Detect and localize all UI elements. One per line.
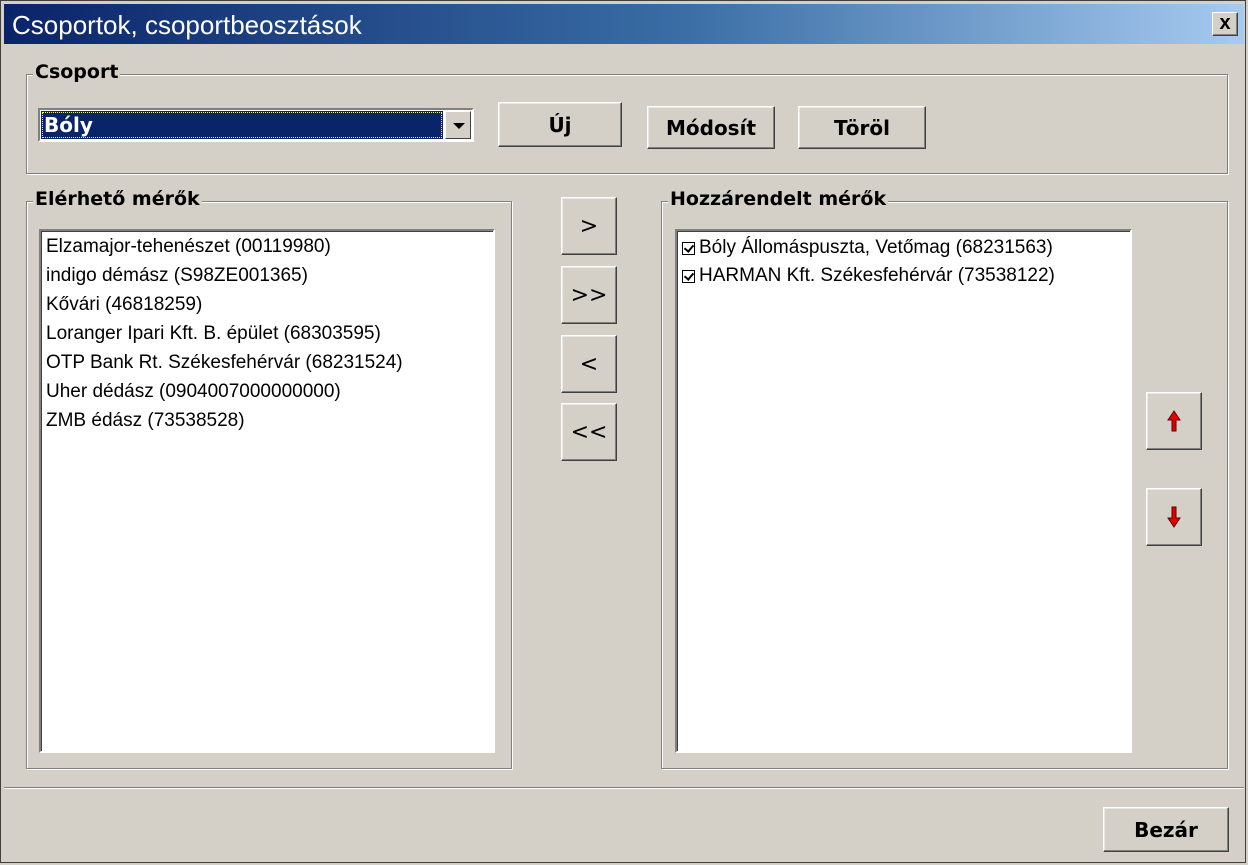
add-selected-button[interactable]: > bbox=[561, 197, 617, 255]
list-item[interactable]: Uher dédász (0904007000000000) bbox=[41, 377, 493, 406]
close-icon: x bbox=[1219, 12, 1231, 34]
dialog-window: Csoportok, csoportbeosztások x Csoport B… bbox=[0, 0, 1246, 863]
footer-bar bbox=[4, 787, 1244, 861]
arrow-down-icon bbox=[1167, 506, 1181, 528]
available-meters-list[interactable]: Elzamajor-tehenészet (00119980) indigo d… bbox=[39, 229, 495, 753]
remove-all-button[interactable]: << bbox=[561, 403, 617, 461]
list-item[interactable]: Kővári (46818259) bbox=[41, 290, 493, 319]
arrow-up-icon bbox=[1167, 410, 1181, 432]
list-item[interactable]: HARMAN Kft. Székesfehérvár (73538122) bbox=[677, 262, 1130, 290]
move-down-button[interactable] bbox=[1146, 488, 1202, 546]
list-item[interactable]: Bóly Állomáspuszta, Vetőmag (68231563) bbox=[677, 234, 1130, 262]
assigned-meters-list[interactable]: Bóly Állomáspuszta, Vetőmag (68231563) H… bbox=[675, 229, 1132, 753]
list-item[interactable]: Elzamajor-tehenészet (00119980) bbox=[41, 232, 493, 261]
close-button[interactable]: Bezár bbox=[1103, 807, 1229, 852]
add-all-button[interactable]: >> bbox=[561, 266, 617, 324]
list-item[interactable]: indigo démász (S98ZE001365) bbox=[41, 261, 493, 290]
list-item-label: Bóly Állomáspuszta, Vetőmag (68231563) bbox=[699, 237, 1053, 258]
edit-group-button[interactable]: Módosít bbox=[647, 106, 775, 149]
group-select[interactable]: Bóly bbox=[38, 108, 474, 142]
close-window-button[interactable]: x bbox=[1212, 12, 1238, 36]
remove-selected-button[interactable]: < bbox=[561, 335, 617, 393]
list-item[interactable]: Loranger Ipari Kft. B. épület (68303595) bbox=[41, 319, 493, 348]
list-item[interactable]: OTP Bank Rt. Székesfehérvár (68231524) bbox=[41, 348, 493, 377]
list-item[interactable]: ZMB édász (73538528) bbox=[41, 406, 493, 435]
checkbox[interactable] bbox=[682, 241, 695, 255]
list-item-label: HARMAN Kft. Székesfehérvár (73538122) bbox=[699, 265, 1055, 286]
window-title: Csoportok, csoportbeosztások bbox=[12, 10, 362, 40]
available-meters-legend: Elérhető mérők bbox=[33, 188, 202, 210]
group-select-value: Bóly bbox=[41, 111, 443, 139]
group-legend: Csoport bbox=[33, 61, 121, 83]
assigned-meters-legend: Hozzárendelt mérők bbox=[668, 188, 889, 210]
new-group-button[interactable]: Új bbox=[498, 102, 622, 147]
move-up-button[interactable] bbox=[1146, 392, 1202, 450]
chevron-down-icon[interactable] bbox=[445, 111, 471, 139]
title-bar[interactable]: Csoportok, csoportbeosztások x bbox=[4, 4, 1244, 44]
checkbox[interactable] bbox=[682, 269, 695, 283]
delete-group-button[interactable]: Töröl bbox=[798, 106, 926, 149]
